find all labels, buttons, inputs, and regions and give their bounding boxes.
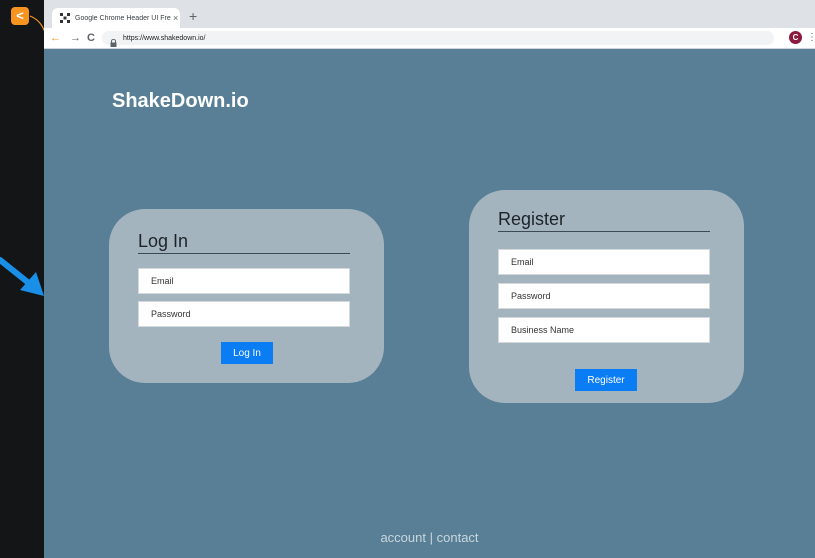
tab-title: Google Chrome Header UI Freebie: [75, 14, 171, 22]
brand-logo: ShakeDown.io: [112, 90, 249, 112]
footer: account | contact: [44, 530, 815, 545]
browser-window: Google Chrome Header UI Freebie × + ← → …: [44, 0, 815, 558]
profile-avatar[interactable]: C: [789, 31, 802, 44]
footer-separator: |: [429, 530, 433, 545]
new-tab-button[interactable]: +: [189, 9, 197, 23]
tab-close-icon[interactable]: ×: [173, 13, 178, 23]
address-bar[interactable]: https://www.shakedown.io/: [102, 31, 774, 47]
register-business-name-field[interactable]: [498, 317, 710, 343]
browser-tab[interactable]: Google Chrome Header UI Freebie ×: [52, 8, 180, 28]
arrow-pointer-icon: [0, 257, 44, 296]
login-title: Log In: [138, 231, 350, 254]
back-badge[interactable]: <: [11, 7, 29, 25]
login-button[interactable]: Log In: [221, 342, 273, 364]
tab-bar: Google Chrome Header UI Freebie × +: [44, 0, 815, 28]
register-email-field[interactable]: [498, 249, 710, 275]
lock-icon: [110, 34, 117, 47]
favicon-icon: [60, 13, 70, 23]
register-title: Register: [498, 209, 710, 232]
back-icon[interactable]: ←: [50, 31, 61, 45]
register-card: Register Register: [469, 190, 744, 403]
account-link[interactable]: account: [380, 530, 426, 545]
browser-toolbar: ← → C https://www.shakedown.io/ C ⋮: [44, 28, 815, 49]
reload-icon[interactable]: C: [87, 31, 95, 45]
contact-link[interactable]: contact: [437, 530, 479, 545]
login-password-field[interactable]: [138, 301, 350, 327]
menu-icon[interactable]: ⋮: [807, 31, 815, 45]
url-text: https://www.shakedown.io/: [123, 34, 206, 42]
login-card: Log In Log In: [109, 209, 384, 383]
forward-icon[interactable]: →: [70, 31, 81, 45]
register-button[interactable]: Register: [575, 369, 637, 391]
login-email-field[interactable]: [138, 268, 350, 294]
register-password-field[interactable]: [498, 283, 710, 309]
